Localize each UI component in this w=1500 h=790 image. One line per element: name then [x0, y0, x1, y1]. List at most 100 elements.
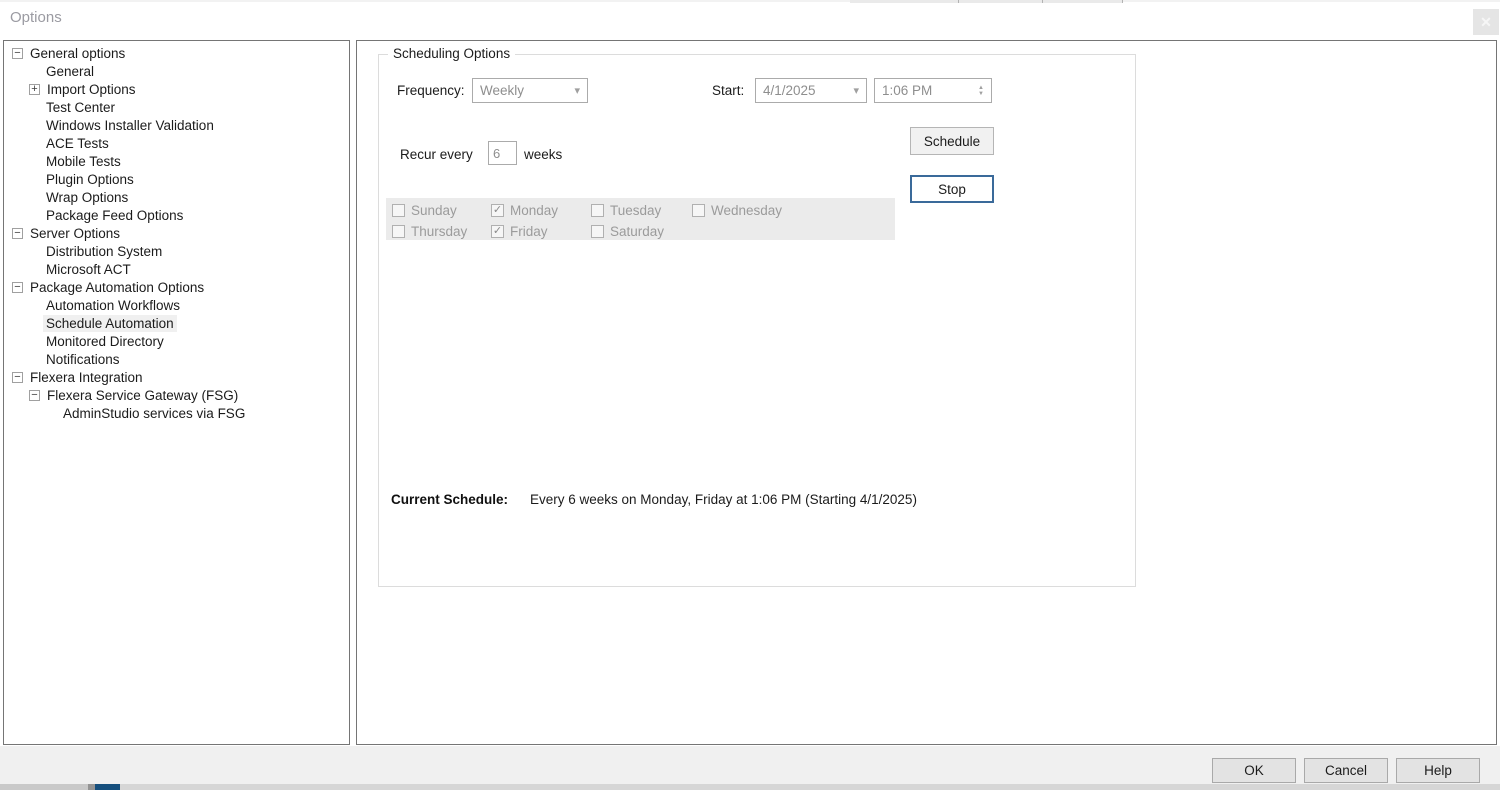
checkbox-friday[interactable]: ✓ Friday	[491, 222, 548, 240]
tree-item-import-options[interactable]: + Import Options	[4, 80, 349, 98]
tree-item-label: Package Feed Options	[43, 207, 186, 224]
recur-every-label: Recur every	[400, 142, 473, 167]
dialog-title: Options	[10, 9, 62, 26]
start-time-value: 1:06 PM	[882, 83, 932, 98]
start-time-spinner[interactable]: 1:06 PM ▲ ▼	[874, 78, 992, 103]
tree-collapse-icon[interactable]: −	[29, 390, 40, 401]
tree-item-label: Flexera Integration	[27, 369, 146, 386]
day-label: Friday	[510, 224, 548, 239]
cancel-button[interactable]: Cancel	[1304, 758, 1388, 783]
chevron-down-icon: ▾	[574, 84, 580, 97]
tree-item-label: General	[43, 63, 97, 80]
background-window-edge	[0, 0, 1500, 2]
tree-item-label: Windows Installer Validation	[43, 117, 217, 134]
tree-item-package-feed-options[interactable]: Package Feed Options	[4, 206, 349, 224]
group-title: Scheduling Options	[388, 46, 515, 61]
tree-item-plugin-options[interactable]: Plugin Options	[4, 170, 349, 188]
tree-item-general-options[interactable]: − General options	[4, 44, 349, 62]
tree-item-windows-installer-validation[interactable]: Windows Installer Validation	[4, 116, 349, 134]
frequency-label: Frequency:	[397, 78, 465, 103]
tree-item-label: Distribution System	[43, 243, 165, 260]
day-label: Thursday	[411, 224, 467, 239]
tree-item-label: Automation Workflows	[43, 297, 183, 314]
tree-collapse-icon[interactable]: −	[12, 48, 23, 59]
tree-item-schedule-automation[interactable]: Schedule Automation	[4, 314, 349, 332]
tree-item-monitored-directory[interactable]: Monitored Directory	[4, 332, 349, 350]
tree-item-ace-tests[interactable]: ACE Tests	[4, 134, 349, 152]
tree-item-label: Monitored Directory	[43, 333, 167, 350]
checkbox-icon	[591, 204, 604, 217]
help-button[interactable]: Help	[1396, 758, 1480, 783]
tree-item-label: Test Center	[43, 99, 118, 116]
schedule-button[interactable]: Schedule	[910, 127, 994, 155]
tree-item-label: Package Automation Options	[27, 279, 207, 296]
checkbox-wednesday[interactable]: Wednesday	[692, 201, 782, 219]
checkbox-tuesday[interactable]: Tuesday	[591, 201, 661, 219]
current-schedule-value: Every 6 weeks on Monday, Friday at 1:06 …	[530, 492, 917, 507]
ok-button[interactable]: OK	[1212, 758, 1296, 783]
frequency-value: Weekly	[480, 83, 524, 98]
tree-collapse-icon[interactable]: −	[12, 282, 23, 293]
close-icon: ✕	[1480, 14, 1492, 31]
tree-item-label: Import Options	[44, 81, 139, 98]
tree-item-general[interactable]: General	[4, 62, 349, 80]
checkbox-icon	[392, 225, 405, 238]
background-window-tab	[850, 0, 959, 3]
checkbox-thursday[interactable]: Thursday	[392, 222, 467, 240]
stop-button[interactable]: Stop	[910, 175, 994, 203]
tree-item-label: Wrap Options	[43, 189, 131, 206]
checkbox-sunday[interactable]: Sunday	[392, 201, 457, 219]
taskbar-icon-fragment	[95, 784, 120, 790]
tree-item-notifications[interactable]: Notifications	[4, 350, 349, 368]
day-label: Wednesday	[711, 203, 782, 218]
tree-expand-icon[interactable]: +	[29, 84, 40, 95]
recur-weeks-input[interactable]	[488, 141, 517, 165]
weekday-panel: Sunday ✓ Monday Tuesday Wednesday Thursd…	[386, 198, 895, 240]
tree-item-server-options[interactable]: − Server Options	[4, 224, 349, 242]
tree-collapse-icon[interactable]: −	[12, 372, 23, 383]
checkbox-icon	[392, 204, 405, 217]
tree-item-label: Plugin Options	[43, 171, 137, 188]
chevron-down-icon: ▾	[853, 84, 859, 97]
frequency-select[interactable]: Weekly ▾	[472, 78, 588, 103]
schedule-automation-page: Scheduling Options Frequency: Weekly ▾ S…	[356, 40, 1497, 745]
taskbar-fragment	[88, 784, 95, 790]
close-button[interactable]: ✕	[1473, 9, 1499, 35]
tree-item-adminstudio-services-via-fsg[interactable]: AdminStudio services via FSG	[4, 404, 349, 422]
start-label: Start:	[712, 78, 744, 103]
start-date-select[interactable]: 4/1/2025 ▾	[755, 78, 867, 103]
spinner-arrows-icon: ▲ ▼	[978, 85, 984, 97]
start-date-value: 4/1/2025	[763, 83, 816, 98]
options-tree: − General options General + Import Optio…	[3, 40, 350, 745]
tree-item-flexera-service-gateway[interactable]: − Flexera Service Gateway (FSG)	[4, 386, 349, 404]
checkbox-icon	[591, 225, 604, 238]
options-dialog: Options ✕ − General options General + Im…	[0, 0, 1500, 790]
checkbox-checked-icon: ✓	[491, 204, 504, 217]
tree-item-microsoft-act[interactable]: Microsoft ACT	[4, 260, 349, 278]
tree-item-label: Microsoft ACT	[43, 261, 134, 278]
tree-item-label: Mobile Tests	[43, 153, 124, 170]
tree-item-label: AdminStudio services via FSG	[60, 405, 248, 422]
checkbox-saturday[interactable]: Saturday	[591, 222, 664, 240]
tree-item-label: Notifications	[43, 351, 123, 368]
checkbox-checked-icon: ✓	[491, 225, 504, 238]
tree-item-package-automation-options[interactable]: − Package Automation Options	[4, 278, 349, 296]
current-schedule-label: Current Schedule:	[391, 492, 508, 507]
tree-item-flexera-integration[interactable]: − Flexera Integration	[4, 368, 349, 386]
tree-item-label: Server Options	[27, 225, 123, 242]
tree-item-wrap-options[interactable]: Wrap Options	[4, 188, 349, 206]
day-label: Monday	[510, 203, 558, 218]
tree-collapse-icon[interactable]: −	[12, 228, 23, 239]
tree-item-automation-workflows[interactable]: Automation Workflows	[4, 296, 349, 314]
weeks-label: weeks	[524, 142, 562, 167]
tree-item-label: General options	[27, 45, 128, 62]
current-schedule-row: Current Schedule: Every 6 weeks on Monda…	[391, 492, 508, 510]
screen-bottom-edge	[0, 784, 1500, 790]
tree-item-test-center[interactable]: Test Center	[4, 98, 349, 116]
tree-item-distribution-system[interactable]: Distribution System	[4, 242, 349, 260]
taskbar-fragment	[120, 784, 1500, 790]
checkbox-monday[interactable]: ✓ Monday	[491, 201, 558, 219]
footer-bar: OK Cancel Help	[0, 746, 1500, 784]
tree-item-mobile-tests[interactable]: Mobile Tests	[4, 152, 349, 170]
spin-down-icon: ▼	[978, 91, 984, 97]
